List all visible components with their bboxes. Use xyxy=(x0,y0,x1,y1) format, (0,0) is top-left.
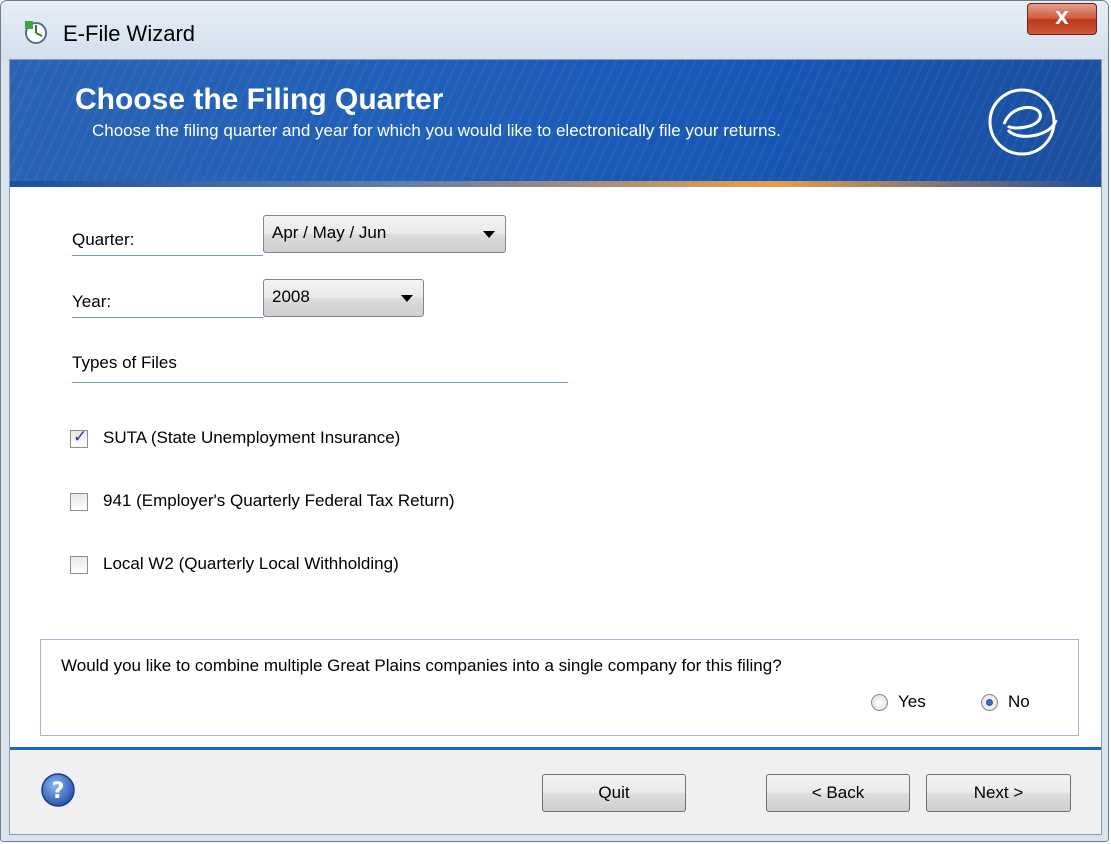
quarter-dropdown[interactable]: Apr / May / Jun xyxy=(263,215,506,253)
wizard-content: Choose the Filing Quarter Choose the fil… xyxy=(9,59,1102,835)
checkbox-box[interactable] xyxy=(70,493,88,511)
checkbox-box[interactable]: ✓ xyxy=(70,427,88,448)
types-of-files-heading: Types of Files xyxy=(72,353,568,383)
checkbox-label: 941 (Employer's Quarterly Federal Tax Re… xyxy=(103,491,455,510)
checkbox-label: Local W2 (Quarterly Local Withholding) xyxy=(103,554,399,573)
close-icon: X xyxy=(1055,8,1069,29)
page-subtitle: Choose the filing quarter and year for w… xyxy=(92,121,781,140)
efile-wizard-window: E-File Wizard X Choose the Filing Quarte… xyxy=(0,0,1109,842)
wizard-footer: ? Quit < Back Next > xyxy=(10,750,1101,834)
year-dropdown[interactable]: 2008 xyxy=(263,279,424,317)
checkbox-box[interactable] xyxy=(70,556,88,574)
close-button[interactable]: X xyxy=(1027,3,1097,35)
banner-accent-strip xyxy=(10,181,1101,187)
year-label: Year: xyxy=(72,286,263,318)
combine-question: Would you like to combine multiple Great… xyxy=(61,656,782,675)
svg-text:?: ? xyxy=(52,779,65,804)
radio-label: Yes xyxy=(898,692,926,711)
quit-button[interactable]: Quit xyxy=(542,774,686,812)
quarter-value: Apr / May / Jun xyxy=(272,223,387,242)
page-title: Choose the Filing Quarter xyxy=(75,83,444,116)
chevron-down-icon xyxy=(401,295,413,302)
checkbox-label: SUTA (State Unemployment Insurance) xyxy=(103,428,401,447)
combine-companies-group: Would you like to combine multiple Great… xyxy=(40,639,1079,736)
logo-icon xyxy=(988,88,1058,156)
title-bar: E-File Wizard X xyxy=(1,1,1108,61)
window-title: E-File Wizard xyxy=(63,21,196,46)
chevron-down-icon xyxy=(483,231,495,238)
radio-label: No xyxy=(1008,692,1030,711)
checkmark-icon: ✓ xyxy=(73,427,88,446)
quarter-label: Quarter: xyxy=(72,224,263,256)
header-banner: Choose the Filing Quarter Choose the fil… xyxy=(10,60,1101,187)
year-value: 2008 xyxy=(272,287,310,306)
back-button[interactable]: < Back xyxy=(766,774,910,812)
radio-button[interactable] xyxy=(981,694,998,711)
app-icon xyxy=(25,21,47,44)
radio-button[interactable] xyxy=(871,694,888,711)
help-icon[interactable]: ? xyxy=(40,772,76,808)
radio-selected-dot xyxy=(986,699,993,706)
next-button[interactable]: Next > xyxy=(926,774,1071,812)
